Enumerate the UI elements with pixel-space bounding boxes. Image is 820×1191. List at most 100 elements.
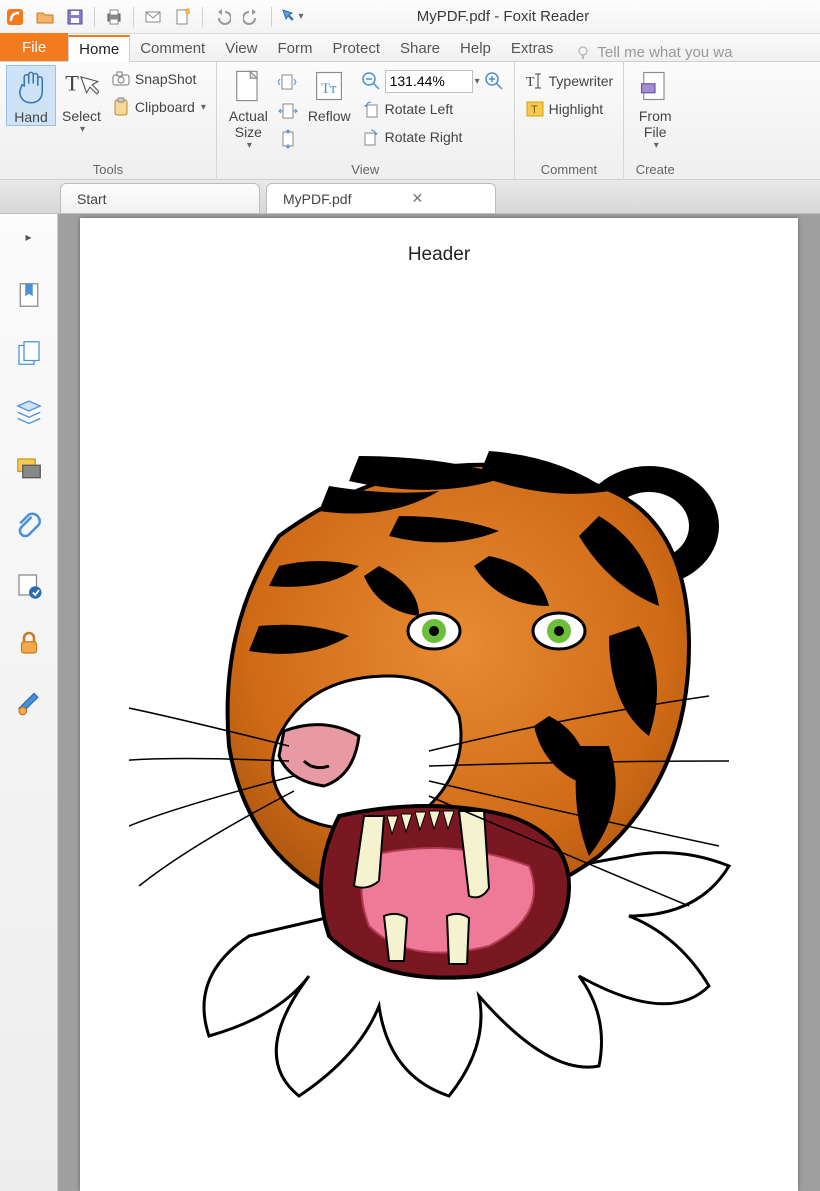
group-view: Actual Size Tᴛ Reflow ▾ <box>217 62 515 180</box>
svg-text:Tᴛ: Tᴛ <box>321 81 337 97</box>
group-create: From File Create <box>624 62 686 180</box>
redo-icon[interactable] <box>238 3 266 31</box>
svg-text:T: T <box>531 104 538 116</box>
snapshot-button[interactable]: SnapShot <box>107 65 210 93</box>
zoom-out-icon[interactable] <box>361 71 381 91</box>
file-tab[interactable]: File <box>0 33 68 61</box>
doc-tab-current-label: MyPDF.pdf <box>283 191 351 207</box>
reflow-icon: Tᴛ <box>311 68 347 104</box>
tab-help[interactable]: Help <box>450 34 501 61</box>
layers-icon[interactable] <box>14 396 44 426</box>
undo-icon[interactable] <box>208 3 236 31</box>
fit-visible-button[interactable] <box>274 125 302 153</box>
tab-extras[interactable]: Extras <box>501 34 564 61</box>
tab-comment[interactable]: Comment <box>130 34 215 61</box>
tab-view[interactable]: View <box>215 34 267 61</box>
fit-visible-icon <box>278 129 298 149</box>
rotate-right-button[interactable]: Rotate Right <box>357 123 508 151</box>
attachments-icon[interactable] <box>14 512 44 542</box>
comments-icon[interactable] <box>14 454 44 484</box>
window-title: MyPDF.pdf - Foxit Reader <box>306 8 820 25</box>
bookmarks-icon[interactable] <box>14 280 44 310</box>
security-icon[interactable] <box>14 628 44 658</box>
group-create-label: Create <box>630 161 680 179</box>
app-logo-icon[interactable] <box>1 3 29 31</box>
save-icon[interactable] <box>61 3 89 31</box>
doc-tab-start[interactable]: Start <box>60 183 260 213</box>
group-tools-label: Tools <box>6 161 210 179</box>
doc-tab-current[interactable]: MyPDF.pdf ✕ <box>266 183 496 213</box>
sign-doc-icon[interactable] <box>14 686 44 716</box>
fit-page-button[interactable] <box>274 69 302 97</box>
close-tab-icon[interactable]: ✕ <box>411 190 423 207</box>
zoom-input[interactable] <box>385 70 473 93</box>
fit-width-icon <box>278 101 298 121</box>
clipboard-button[interactable]: Clipboard <box>107 93 210 121</box>
ribbon: Hand T Select SnapShot Clipboard Tools <box>0 62 820 180</box>
page-icon <box>230 68 266 104</box>
select-icon: T <box>63 68 99 104</box>
zoom-in-icon[interactable] <box>484 71 504 91</box>
tiger-illustration <box>102 416 776 1116</box>
fit-width-button[interactable] <box>274 97 302 125</box>
document-tab-bar: Start MyPDF.pdf ✕ <box>0 180 820 214</box>
mail-icon[interactable] <box>139 3 167 31</box>
cursor-mode-icon[interactable] <box>277 3 305 31</box>
select-tool-button[interactable]: T Select <box>56 65 107 135</box>
doc-tab-start-label: Start <box>77 191 107 207</box>
group-tools: Hand T Select SnapShot Clipboard Tools <box>0 62 217 180</box>
typewriter-icon: T <box>525 71 545 91</box>
tab-form[interactable]: Form <box>267 34 322 61</box>
from-file-button[interactable]: From File <box>630 65 680 151</box>
signatures-icon[interactable] <box>14 570 44 600</box>
actual-size-button[interactable]: Actual Size <box>223 65 274 151</box>
group-comment-label: Comment <box>521 161 618 179</box>
panel-expand-icon[interactable] <box>14 222 44 252</box>
typewriter-button[interactable]: T Typewriter <box>521 67 618 95</box>
hand-label: Hand <box>14 109 47 125</box>
svg-text:T: T <box>526 75 535 90</box>
page-header-text: Header <box>102 244 776 266</box>
snapshot-label: SnapShot <box>135 71 197 87</box>
svg-text:*: * <box>187 8 190 16</box>
actual-size-label: Actual Size <box>229 108 268 140</box>
page-canvas[interactable]: Header <box>58 214 820 1191</box>
zoom-dropdown-icon[interactable]: ▾ <box>475 76 480 87</box>
group-comment: T Typewriter T Highlight Comment <box>515 62 625 180</box>
highlight-button[interactable]: T Highlight <box>521 95 618 123</box>
tab-share[interactable]: Share <box>390 34 450 61</box>
workspace: Header <box>0 214 820 1191</box>
from-file-label: From File <box>639 108 672 140</box>
svg-text:T: T <box>66 71 80 96</box>
zoom-row: ▾ <box>357 67 508 95</box>
tell-me-label: Tell me what you wa <box>597 44 732 61</box>
reflow-label: Reflow <box>308 108 351 124</box>
highlight-label: Highlight <box>549 101 603 117</box>
pages-icon[interactable] <box>14 338 44 368</box>
open-icon[interactable] <box>31 3 59 31</box>
highlight-icon: T <box>525 99 545 119</box>
fit-page-icon <box>278 73 298 93</box>
from-file-icon <box>637 68 673 104</box>
rotate-right-label: Rotate Right <box>385 129 463 145</box>
new-doc-icon[interactable]: * <box>169 3 197 31</box>
ribbon-tabs: File Home Comment View Form Protect Shar… <box>0 34 820 62</box>
tab-protect[interactable]: Protect <box>322 34 390 61</box>
clipboard-label: Clipboard <box>135 99 195 115</box>
rotate-left-icon <box>361 99 381 119</box>
tab-home[interactable]: Home <box>68 35 130 62</box>
quick-access-toolbar: * MyPDF.pdf - Foxit Reader <box>0 0 820 34</box>
tell-me-search[interactable]: Tell me what you wa <box>575 44 732 61</box>
rotate-right-icon <box>361 127 381 147</box>
hand-icon <box>13 69 49 105</box>
select-label: Select <box>62 108 101 124</box>
side-panel <box>0 214 58 1191</box>
group-view-label: View <box>223 161 508 179</box>
print-icon[interactable] <box>100 3 128 31</box>
typewriter-label: Typewriter <box>549 73 614 89</box>
clipboard-icon <box>111 97 131 117</box>
hand-tool-button[interactable]: Hand <box>6 65 56 126</box>
rotate-left-label: Rotate Left <box>385 101 454 117</box>
reflow-button[interactable]: Tᴛ Reflow <box>302 65 357 124</box>
rotate-left-button[interactable]: Rotate Left <box>357 95 508 123</box>
